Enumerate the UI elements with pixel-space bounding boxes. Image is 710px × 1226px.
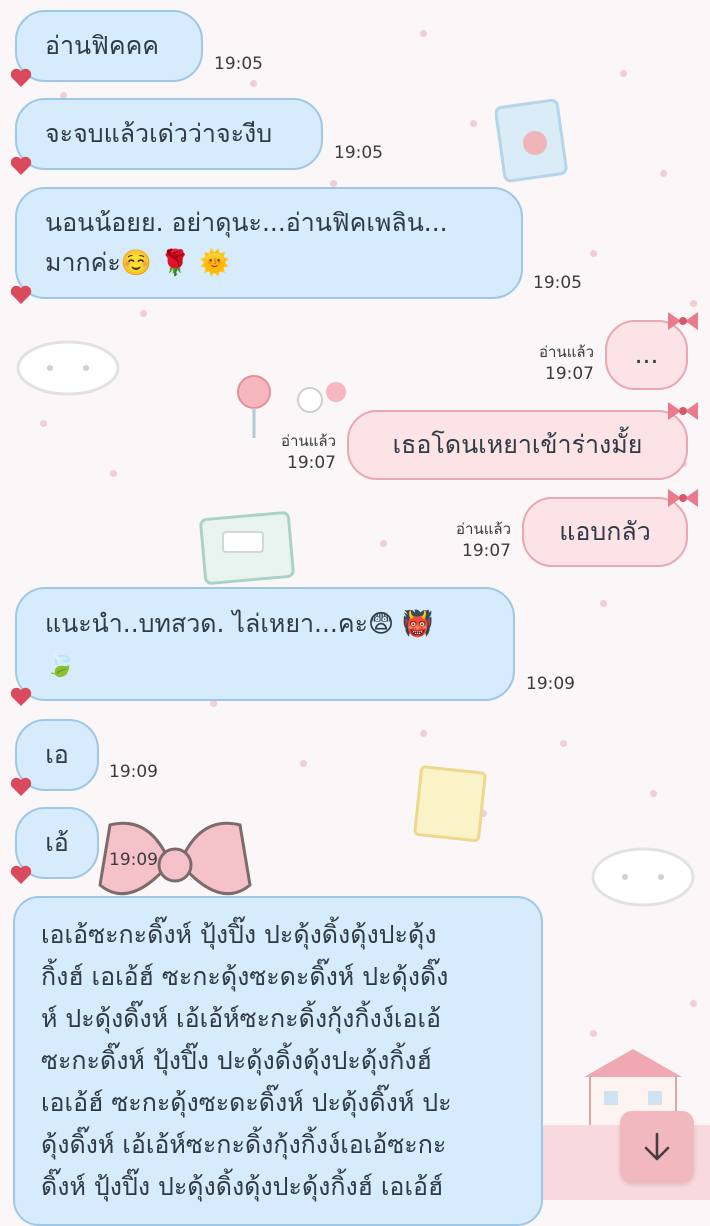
message-timestamp: 19:09	[109, 850, 158, 870]
message-timestamp: 19:09	[526, 674, 575, 694]
message-timestamp: 19:07	[545, 364, 594, 384]
message-text-line: กิ้งฮ์ เอเอ้ฮ์ ซะกะดุ้งซะดะดิ๊งห์ ปะดุ้ง…	[41, 962, 449, 991]
message-text-line: เอเอ้ซะกะดิ๊งห์ ปุ้งปิ๊ง ปะดุ้งดิ้งดุ้งป…	[41, 920, 437, 949]
message-timestamp: 19:07	[462, 541, 511, 561]
read-receipt: อ่านแล้ว 19:07	[425, 518, 511, 562]
message-text: จะจบแล้วเด่วว่าจะงีบ	[45, 119, 273, 148]
message-text-line: ดุ้งดิ๊งห์ เอ้เอ้ห์ซะกะดิ้งกุ้งกิ้งง์เอเ…	[41, 1130, 447, 1159]
heart-icon	[10, 156, 32, 175]
incoming-message-bubble[interactable]: เอเอ้ซะกะดิ๊งห์ ปุ้งปิ๊ง ปะดุ้งดิ้งดุ้งป…	[13, 896, 543, 1226]
incoming-message-bubble[interactable]: จะจบแล้วเด่วว่าจะงีบ	[10, 98, 323, 175]
scroll-to-bottom-button[interactable]	[620, 1111, 694, 1183]
arrow-down-icon	[644, 1132, 670, 1161]
message-text-line: ห์ ปะดุ้งดิ๊งห์ เอ้เอ้ห์ซะกะดิ้งกุ้งกิ้ง…	[41, 1004, 442, 1033]
message-text-line: แนะนำ..บทสวด. ไล่เหยา...คะ😨 👹	[45, 609, 434, 638]
incoming-message-bubble[interactable]: เอ้	[10, 807, 99, 884]
message-text-line: เอเอ้ฮ์ ซะกะดุ้งซะดะดิ๊งห์ ปะดุ้งดิ๊งห์ …	[41, 1088, 452, 1117]
message-text: เอ้	[45, 828, 69, 857]
bow-icon	[668, 312, 698, 330]
outgoing-message-bubble[interactable]: แอบกลัว	[522, 489, 698, 567]
message-timestamp: 19:05	[334, 143, 383, 163]
heart-icon	[10, 777, 32, 796]
heart-icon	[10, 68, 32, 87]
message-timestamp: 19:05	[214, 54, 263, 74]
outgoing-message-bubble[interactable]: เธอโดนเหยาเข้าร่างมั้ย	[347, 402, 698, 480]
message-text: อ่านฟิคคค	[45, 31, 160, 60]
message-text: เอ	[45, 740, 69, 769]
chat-message-list[interactable]: อ่านฟิคคค 19:05 จะจบแล้วเด่วว่าจะงีบ 19:…	[0, 0, 710, 1226]
message-text-line: มากค่ะ☺️ 🌹 🌞	[45, 248, 231, 277]
bow-icon	[668, 489, 698, 507]
read-label: อ่านแล้ว	[539, 343, 594, 361]
message-text-line: ซะกะดิ๊งห์ ปุ้งปิ๊ง ปะดุ้งดิ้งดุ้งปะดุ้ง…	[41, 1046, 432, 1075]
outgoing-message-bubble[interactable]: ...	[605, 312, 698, 390]
message-timestamp: 19:05	[533, 273, 582, 293]
read-label: อ่านแล้ว	[456, 520, 511, 538]
heart-icon	[10, 687, 32, 706]
message-text-line: นอนน้อยย. อย่าดุนะ...อ่านฟิคเพลิน...	[45, 208, 448, 237]
message-text: แอบกลัว	[559, 517, 651, 546]
incoming-message-bubble[interactable]: แนะนำ..บทสวด. ไล่เหยา...คะ😨 👹 🍃	[10, 587, 515, 706]
heart-icon	[10, 285, 32, 304]
read-label: อ่านแล้ว	[281, 432, 336, 450]
message-text-line: 🍃	[45, 649, 77, 678]
bow-icon	[668, 402, 698, 420]
read-receipt: อ่านแล้ว 19:07	[250, 430, 336, 474]
message-text: ...	[634, 340, 659, 369]
incoming-message-bubble[interactable]: เอ	[10, 719, 99, 796]
message-text: เธอโดนเหยาเข้าร่างมั้ย	[392, 430, 643, 459]
message-timestamp: 19:07	[287, 453, 336, 473]
message-timestamp: 19:09	[109, 762, 158, 782]
incoming-message-bubble[interactable]: อ่านฟิคคค	[10, 10, 203, 87]
message-text-line: ดิ๊งห์ ปุ้งปิ๊ง ปะดุ้งดิ้งดุ้งปะดุ้งกิ้ง…	[41, 1172, 444, 1201]
incoming-message-bubble[interactable]: นอนน้อยย. อย่าดุนะ...อ่านฟิคเพลิน... มาก…	[10, 187, 523, 304]
heart-icon	[10, 865, 32, 884]
read-receipt: อ่านแล้ว 19:07	[510, 341, 594, 385]
